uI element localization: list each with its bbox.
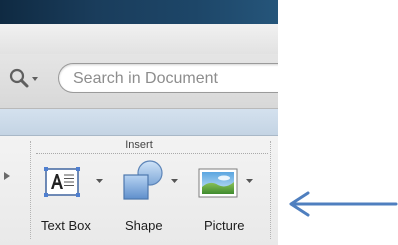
shape-button[interactable]: Shape xyxy=(120,160,184,243)
shape-dropdown-icon[interactable] xyxy=(171,179,178,183)
search-toolbar: Search in Document xyxy=(0,54,278,109)
ribbon: Insert Text Box Shape Picture xyxy=(0,136,278,245)
desktop-background xyxy=(0,0,278,24)
group-separator-right xyxy=(270,141,271,239)
picture-dropdown-icon[interactable] xyxy=(246,179,253,183)
app-window: Search in Document Insert Text Box Shape… xyxy=(0,0,278,245)
shape-label: Shape xyxy=(125,218,163,233)
picture-button[interactable]: Picture xyxy=(196,163,266,243)
search-placeholder: Search in Document xyxy=(73,70,218,87)
group-separator-left xyxy=(30,141,31,239)
callout-arrow-icon xyxy=(289,191,398,217)
ribbon-tab-bar xyxy=(0,109,278,136)
text-box-button[interactable]: Text Box xyxy=(38,163,112,243)
shape-icon xyxy=(123,160,163,200)
text-box-dropdown-icon[interactable] xyxy=(96,179,103,183)
picture-label: Picture xyxy=(204,218,245,233)
ribbon-scroll-left-icon[interactable] xyxy=(4,172,10,180)
text-box-label: Text Box xyxy=(41,218,91,233)
title-bar xyxy=(0,24,278,54)
search-scope-menu[interactable] xyxy=(6,65,48,93)
text-box-icon xyxy=(44,167,80,197)
group-label-rule xyxy=(36,153,268,154)
group-label-insert: Insert xyxy=(125,139,153,151)
magnifier-dropdown-icon xyxy=(9,68,38,88)
picture-icon xyxy=(198,168,238,198)
search-input[interactable]: Search in Document xyxy=(58,63,278,93)
